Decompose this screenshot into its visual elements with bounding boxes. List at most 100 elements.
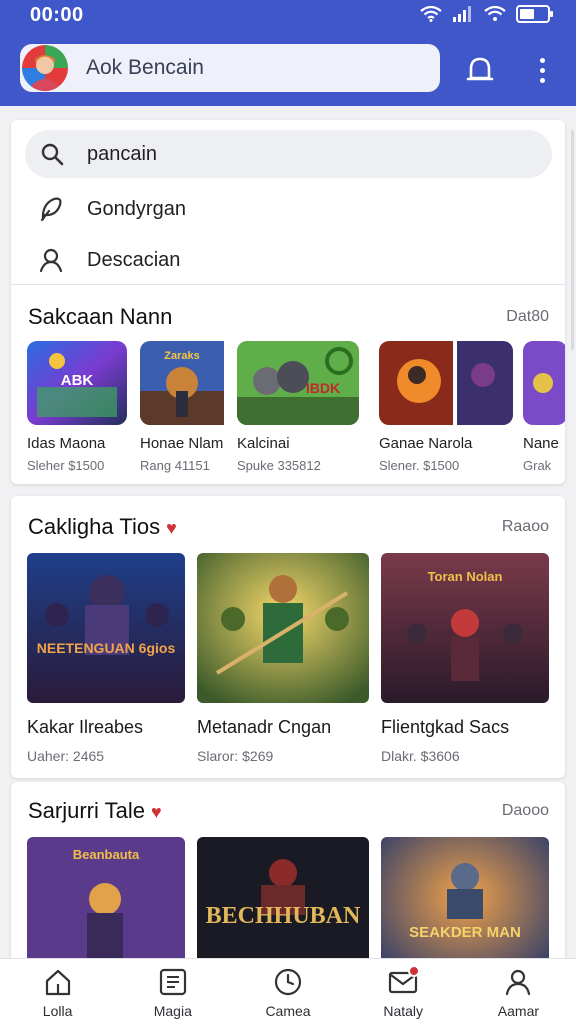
game-price: Uaher: 2465 (27, 748, 105, 764)
game-thumbnail: BECHHUBAN (197, 837, 369, 972)
nav-item-aamar[interactable]: Aamar (461, 959, 576, 1024)
game-name: Metanadr Cngan (197, 717, 332, 737)
person-icon (503, 967, 533, 997)
game-thumbnail (197, 553, 369, 703)
more-vert-icon[interactable] (530, 52, 554, 88)
wifi-icon (420, 6, 442, 22)
section-title-text: Sarjurri Tale (28, 798, 145, 823)
game-thumbnail (523, 341, 565, 425)
nav-label: Aamar (497, 1003, 540, 1019)
game-name: Kakar Ilreabes (27, 717, 144, 737)
nav-item-camea[interactable]: Camea (230, 959, 345, 1024)
game-thumbnail: Zaraks (140, 341, 240, 425)
game-item[interactable]: Zaraks Honae Nlam Rang 41151 (140, 341, 252, 473)
game-price: Dlakr. $3606 (381, 748, 460, 764)
home-icon (43, 967, 73, 997)
game-name: Nane (523, 435, 559, 452)
status-icons (420, 5, 554, 23)
bottom-navigation: Lolla Magia Camea Nataly Aamar (0, 958, 576, 1024)
game-carousel: ABK Idas Maona Sleher $1500 Zaraks Honae… (27, 341, 565, 473)
game-thumbnail (379, 341, 513, 425)
heart-icon: ♥ (166, 518, 177, 538)
section-card: Sarjurri Tale ♥ Daooo Beanbauta BECHHUBA… (11, 782, 565, 972)
nav-item-nataly[interactable]: Nataly (346, 959, 461, 1024)
game-item[interactable]: Metanadr Cngan Slaror: $269 (197, 553, 369, 764)
game-price: Sleher $1500 (27, 458, 105, 473)
game-name: Ganae Narola (379, 435, 473, 452)
game-name: Idas Maona (27, 435, 106, 452)
game-thumbnail: Beanbauta (27, 837, 185, 972)
top-search-text: Aok Bencain (86, 56, 204, 79)
section-card: Cakligha Tios ♥ Raaoo NEETENGUAN 6gios Ka… (11, 496, 565, 778)
nav-label: Magia (153, 1003, 192, 1019)
section-see-all-link[interactable]: Daooo (502, 802, 549, 820)
game-price: Rang 41151 (140, 458, 210, 473)
suggestion-item[interactable]: Gondyrgan (25, 186, 552, 232)
section-title-text: Cakligha Tios (28, 514, 161, 539)
section-see-all-link[interactable]: Dat80 (506, 308, 549, 326)
search-query-text: pancain (87, 142, 158, 165)
status-bar: 00:00 (0, 0, 576, 30)
notification-badge (407, 965, 420, 977)
game-price: Grak (523, 458, 552, 473)
game-item[interactable]: Beanbauta (27, 837, 195, 972)
game-price: Slener. $1500 (379, 458, 460, 473)
nav-label: Nataly (383, 1003, 424, 1019)
grid-icon (158, 967, 188, 997)
suggestion-item[interactable]: Descacian (25, 237, 552, 283)
nav-label: Lolla (42, 1003, 73, 1019)
section-see-all-link[interactable]: Raaoo (502, 518, 549, 536)
game-thumbnail: IBDK (237, 341, 359, 425)
game-price: Slaror: $269 (197, 748, 274, 764)
game-item[interactable]: Toran Nolan Flientgkad Sacs Dlakr. $3606 (381, 553, 549, 764)
nav-label: Camea (265, 1003, 311, 1019)
suggestion-label: Gondyrgan (87, 197, 186, 220)
clock-icon (273, 967, 303, 997)
game-item[interactable]: SEAKDER MAN (381, 837, 549, 972)
game-item[interactable]: BECHHUBAN (197, 837, 369, 972)
suggestion-label: Descacian (87, 248, 181, 271)
status-time: 00:00 (30, 4, 84, 26)
section-title: Sakcaan Nann (28, 304, 173, 329)
app-bar: Aok Bencain (0, 30, 576, 106)
game-thumbnail: NEETENGUAN 6gios (27, 553, 185, 703)
thumbnail-art-text: ABK (61, 372, 94, 389)
thumbnail-art-text: Zaraks (164, 350, 199, 362)
bell-icon[interactable] (462, 52, 498, 88)
game-item[interactable]: IBDK Kalcinai Spuke 335812 (237, 341, 359, 473)
game-item[interactable]: NEETENGUAN 6gios Kakar Ilreabes Uaher: 2… (27, 553, 195, 764)
search-icon (39, 141, 65, 167)
game-name: Honae Nlam (140, 435, 224, 452)
thumbnail-art-text: SEAKDER MAN (409, 924, 521, 941)
game-price: Spuke 335812 (237, 458, 321, 473)
game-item[interactable]: ABK Idas Maona Sleher $1500 (27, 341, 139, 473)
game-name: Flientgkad Sacs (381, 717, 510, 737)
thumbnail-art-text: Beanbauta (73, 847, 140, 862)
divider (11, 284, 565, 285)
thumbnail-art-text: BECHHUBAN (206, 903, 361, 929)
thumbnail-art-text: IBDK (306, 380, 340, 396)
heart-icon: ♥ (150, 802, 162, 822)
battery-icon (516, 5, 553, 23)
signal-icon (453, 6, 471, 22)
scrollbar[interactable] (571, 130, 574, 350)
search-results-card: pancain Gondyrgan Descacian Sakcaan Nann… (11, 120, 565, 484)
game-name: Kalcinai (237, 435, 290, 452)
game-item[interactable]: Nane Grak (523, 341, 565, 473)
game-thumbnail: SEAKDER MAN (381, 837, 549, 972)
wifi-icon (484, 6, 506, 21)
nav-item-home[interactable]: Lolla (0, 959, 115, 1024)
thumbnail-art-text: NEETENGUAN 6gios (37, 640, 176, 656)
game-item[interactable]: Ganae Narola Slener. $1500 (379, 341, 513, 473)
game-thumbnail: ABK (27, 341, 127, 425)
game-thumbnail: Toran Nolan (381, 553, 549, 703)
search-input[interactable]: pancain (25, 130, 552, 178)
top-search-bar[interactable]: Aok Bencain (20, 44, 440, 92)
leaf-icon (37, 195, 65, 223)
section-title: Cakligha Tios ♥ (28, 514, 177, 540)
nav-item-magia[interactable]: Magia (115, 959, 230, 1024)
section-title: Sarjurri Tale ♥ (28, 798, 162, 824)
thumbnail-art-text: Toran Nolan (428, 569, 503, 584)
avatar-icon[interactable] (22, 45, 68, 91)
person-icon (37, 246, 65, 274)
